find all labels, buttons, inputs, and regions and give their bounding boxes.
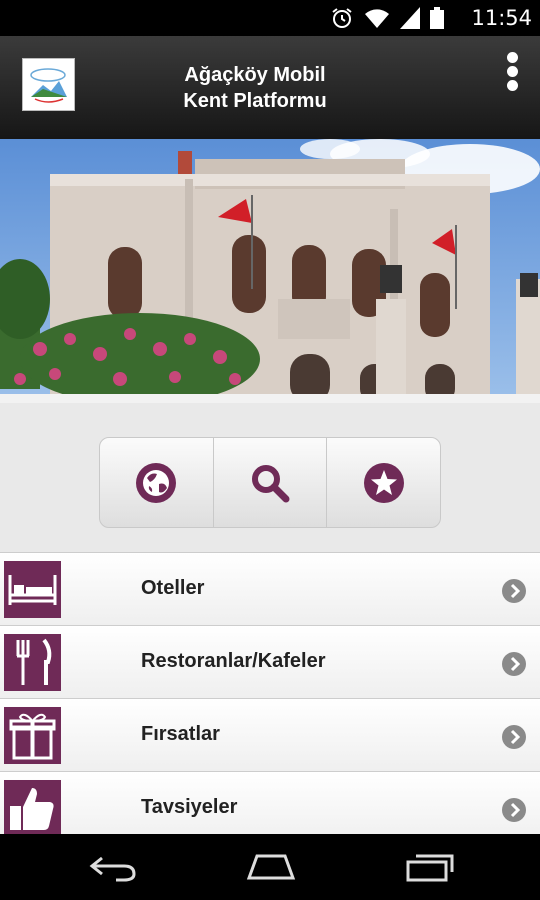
thumbs-up-icon bbox=[4, 780, 61, 834]
bed-icon bbox=[4, 561, 61, 618]
list-item-restoranlar[interactable]: Restoranlar/Kafeler bbox=[0, 625, 540, 698]
battery-icon bbox=[430, 7, 444, 29]
star-icon bbox=[363, 462, 404, 503]
status-bar: 11:54 bbox=[0, 0, 540, 36]
chevron-right-icon bbox=[502, 798, 526, 822]
app-title-line1: Ağaçköy Mobil bbox=[184, 64, 326, 86]
list-item-label: Fırsatlar bbox=[141, 723, 220, 745]
list-item-tavsiyeler[interactable]: Tavsiyeler bbox=[0, 771, 540, 834]
back-icon[interactable] bbox=[88, 852, 138, 882]
app-title: Ağaçköy Mobil Kent Platformu bbox=[150, 62, 360, 114]
signal-icon bbox=[400, 7, 420, 29]
fork-knife-icon bbox=[4, 634, 61, 691]
favorites-button[interactable] bbox=[327, 438, 440, 527]
home-icon[interactable] bbox=[243, 852, 299, 882]
category-list: Oteller Restoranlar/Kafeler Fırsatlar Ta… bbox=[0, 552, 540, 834]
hero-image bbox=[0, 139, 540, 403]
search-button[interactable] bbox=[214, 438, 328, 527]
list-item-label: Oteller bbox=[141, 577, 205, 599]
list-item-oteller[interactable]: Oteller bbox=[0, 552, 540, 625]
overflow-menu-icon[interactable] bbox=[500, 50, 524, 94]
app-bar: Ağaçköy Mobil Kent Platformu bbox=[0, 36, 540, 139]
municipality-logo[interactable] bbox=[22, 58, 75, 111]
chevron-right-icon bbox=[502, 579, 526, 603]
globe-button[interactable] bbox=[100, 438, 214, 527]
search-icon bbox=[252, 464, 290, 502]
list-item-firsatlar[interactable]: Fırsatlar bbox=[0, 698, 540, 771]
recent-apps-icon[interactable] bbox=[404, 852, 456, 882]
gift-icon bbox=[4, 707, 61, 764]
status-icons bbox=[330, 6, 444, 30]
wifi-icon bbox=[365, 9, 389, 28]
chevron-right-icon bbox=[502, 725, 526, 749]
app-title-line2: Kent Platformu bbox=[183, 90, 327, 112]
list-item-label: Tavsiyeler bbox=[141, 796, 238, 818]
alarm-icon bbox=[332, 8, 352, 28]
system-nav-bar bbox=[0, 834, 540, 900]
status-time: 11:54 bbox=[471, 6, 532, 30]
list-item-label: Restoranlar/Kafeler bbox=[141, 650, 326, 672]
globe-icon bbox=[136, 462, 177, 503]
chevron-right-icon bbox=[502, 652, 526, 676]
quick-action-bar bbox=[99, 437, 441, 528]
